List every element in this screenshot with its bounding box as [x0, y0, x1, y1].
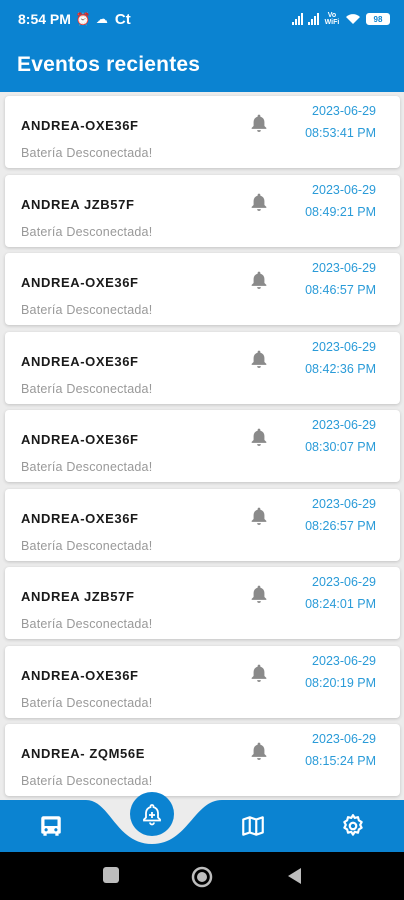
- event-device-name: ANDREA-OXE36F: [21, 667, 139, 683]
- status-time: 8:54 PM: [18, 11, 71, 27]
- bell-icon: [249, 426, 269, 448]
- event-time: 08:20:19 PM: [305, 675, 376, 690]
- app-bar: Eventos recientes: [0, 38, 404, 92]
- event-card[interactable]: ANDREA JZB57F Batería Desconectada! 2023-0…: [5, 174, 400, 247]
- event-card[interactable]: ANDREA JZB57F Batería Desconectada! 2023-0…: [5, 567, 400, 639]
- bell-icon: [249, 662, 269, 684]
- event-time: 08:53:41 PM: [305, 126, 376, 140]
- signal-icon: [308, 13, 319, 25]
- recents-button[interactable]: [102, 866, 120, 889]
- event-message: Batería Desconectada!: [21, 224, 153, 239]
- bell-icon: [249, 191, 269, 213]
- event-message: Batería Desconectada!: [21, 617, 153, 631]
- event-time: 08:15:24 PM: [305, 754, 376, 768]
- event-card[interactable]: ANDREA-OXE36F Batería Desconectada! 2023-0…: [5, 488, 400, 561]
- event-device-name: ANDREA-OXE36F: [21, 353, 139, 369]
- cloud-icon: ☁: [95, 12, 108, 26]
- event-card[interactable]: ANDREA-OXE36F Batería Desconectada! 2023-0…: [5, 96, 400, 168]
- event-device-name: ANDREA JZB57F: [21, 196, 135, 212]
- event-card[interactable]: ANDREA-OXE36F Batería Desconectada! 2023-0…: [5, 410, 400, 482]
- event-message: Batería Desconectada!: [21, 146, 153, 160]
- system-navigation-bar: [0, 852, 404, 900]
- event-device-name: ANDREA-OXE36F: [21, 275, 139, 290]
- page-title: Eventos recientes: [17, 53, 201, 76]
- event-message: Batería Desconectada!: [21, 695, 153, 710]
- nav-map-button[interactable]: [240, 813, 266, 839]
- home-circle-icon: [191, 866, 213, 888]
- status-bar: 8:54 PM ⏰ ☁ Ct Vo WiFi 98: [0, 0, 404, 38]
- signal-icon: [292, 13, 303, 25]
- event-device-name: ANDREA- ZQM56E: [21, 746, 145, 761]
- event-time: 08:26:57 PM: [305, 518, 376, 533]
- event-card[interactable]: ANDREA- ZQM56E Batería Desconectada! 2023-…: [5, 724, 400, 796]
- event-device-name: ANDREA-OXE36F: [21, 510, 139, 526]
- event-device-name: ANDREA-OXE36F: [21, 118, 139, 133]
- event-date: 2023-06-29: [312, 575, 376, 589]
- bell-icon: [249, 583, 269, 605]
- battery-icon: 98: [366, 13, 390, 25]
- bell-icon: [249, 348, 269, 370]
- event-list[interactable]: ANDREA-OXE36F Batería Desconectada! 2023-0…: [0, 92, 404, 800]
- event-time: 08:30:07 PM: [305, 440, 376, 454]
- nav-bus-button[interactable]: [38, 813, 64, 839]
- bus-icon: [41, 816, 61, 836]
- event-message: Batería Desconectada!: [21, 538, 153, 553]
- event-device-name: ANDREA-OXE36F: [21, 432, 139, 447]
- back-button[interactable]: [285, 866, 303, 891]
- back-triangle-icon: [288, 868, 301, 884]
- battery-level: 98: [373, 14, 383, 24]
- event-message: Batería Desconectada!: [21, 381, 153, 396]
- event-date: 2023-06-29: [312, 732, 376, 746]
- event-device-name: ANDREA JZB57F: [21, 589, 135, 604]
- nav-events-button[interactable]: [130, 792, 174, 836]
- event-date: 2023-06-29: [312, 653, 376, 668]
- event-date: 2023-06-29: [312, 261, 376, 275]
- event-card[interactable]: ANDREA-OXE36F Batería Desconectada! 2023-0…: [5, 645, 400, 718]
- event-time: 08:24:01 PM: [305, 597, 376, 611]
- wifi-icon: [346, 14, 360, 24]
- event-date: 2023-06-29: [312, 496, 376, 511]
- event-card[interactable]: ANDREA-OXE36F Batería Desconectada! 2023-0…: [5, 253, 400, 325]
- event-date: 2023-06-29: [312, 339, 376, 354]
- event-date: 2023-06-29: [312, 182, 376, 197]
- gear-icon: [343, 814, 363, 836]
- square-icon: [103, 867, 119, 883]
- nav-settings-button[interactable]: [340, 813, 366, 839]
- carrier-label: Ct: [114, 10, 131, 28]
- event-time: 08:46:57 PM: [305, 283, 376, 297]
- map-icon: [242, 816, 264, 836]
- bell-plus-icon: [143, 804, 161, 826]
- bell-icon: [249, 269, 269, 291]
- alarm-icon: ⏰: [75, 12, 91, 26]
- bottom-navigation: [0, 792, 404, 852]
- event-card[interactable]: ANDREA-OXE36F Batería Desconectada! 2023-0…: [5, 331, 400, 404]
- event-time: 08:49:21 PM: [305, 204, 376, 219]
- event-message: Batería Desconectada!: [21, 774, 153, 788]
- volte-label: Vo WiFi: [324, 12, 340, 26]
- home-button[interactable]: [191, 866, 213, 893]
- bell-icon: [249, 740, 269, 762]
- event-time: 08:42:36 PM: [305, 361, 376, 376]
- event-date: 2023-06-29: [312, 104, 376, 118]
- event-message: Batería Desconectada!: [21, 303, 153, 317]
- event-date: 2023-06-29: [312, 418, 376, 432]
- event-message: Batería Desconectada!: [21, 460, 153, 474]
- bell-icon: [249, 112, 269, 134]
- bell-icon: [249, 505, 269, 527]
